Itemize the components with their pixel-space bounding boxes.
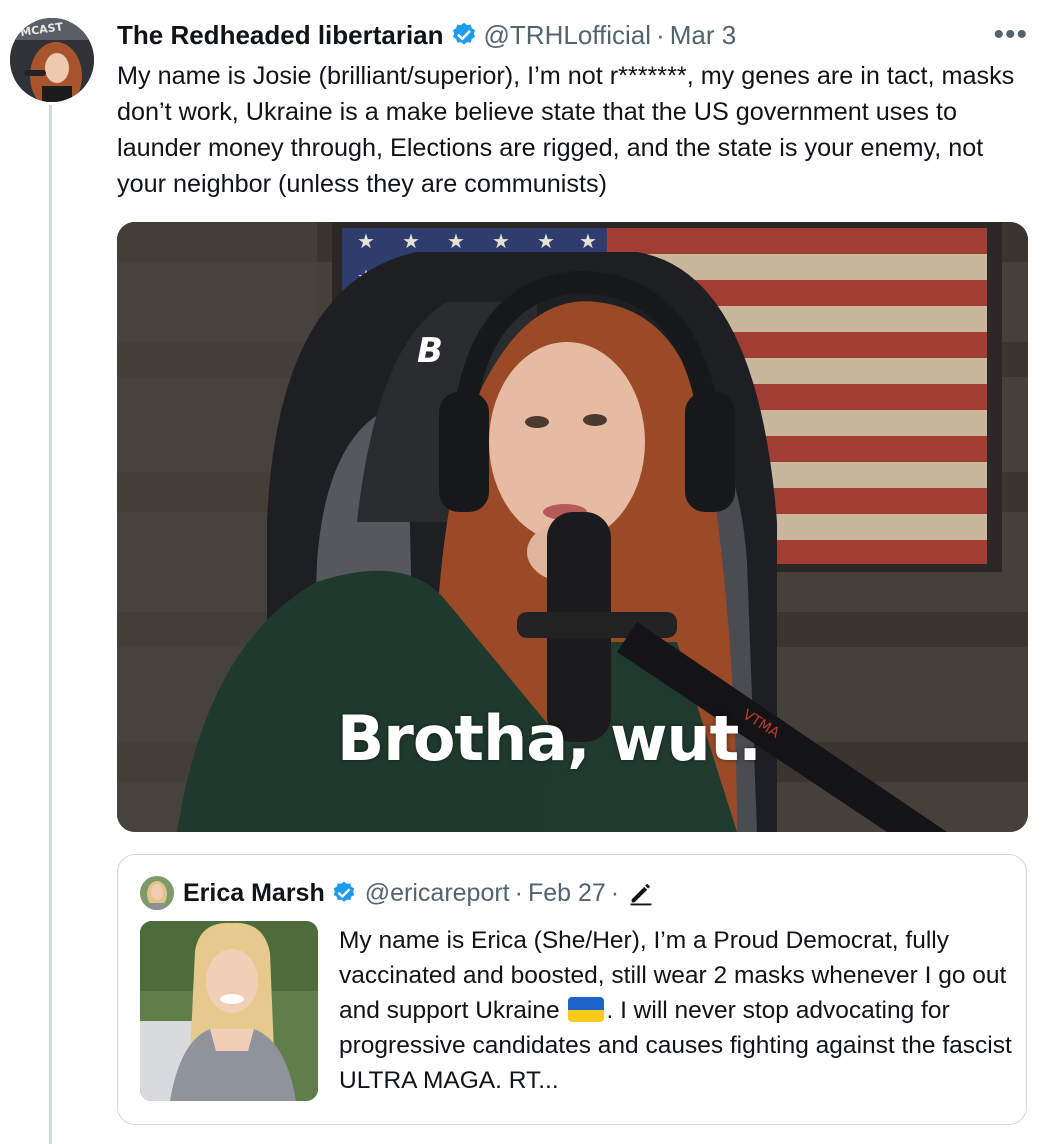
quoted-tweet-date[interactable]: Feb 27 [528, 879, 606, 908]
author-handle[interactable]: @TRHLofficial [484, 20, 652, 51]
author-display-name[interactable]: The Redheaded libertarian [117, 20, 444, 51]
thread-connector-line [49, 105, 52, 1144]
svg-text:★: ★ [402, 229, 420, 253]
quoted-tweet-header: Erica Marsh @ericareport · Feb 27 · [140, 873, 655, 913]
author-avatar[interactable]: MCAST [10, 18, 94, 102]
quoted-author-display-name[interactable]: Erica Marsh [183, 879, 325, 908]
quoted-header-separator: · [514, 878, 523, 907]
tweet-date[interactable]: Mar 3 [670, 20, 736, 51]
svg-text:★: ★ [537, 229, 555, 253]
chair-logo: B [417, 331, 443, 371]
tweet-header: The Redheaded libertarian @TRHLofficial … [117, 16, 736, 54]
quoted-author-avatar[interactable] [140, 876, 174, 910]
quoted-tweet-thumbnail[interactable] [140, 921, 318, 1101]
tweet-text: My name is Josie (brilliant/superior), I… [117, 62, 1015, 198]
quoted-tweet-card[interactable]: Erica Marsh @ericareport · Feb 27 · My n… [117, 854, 1027, 1125]
quoted-author-handle[interactable]: @ericareport [365, 879, 510, 908]
quoted-verified-badge-icon [331, 880, 357, 906]
pencil-icon[interactable] [627, 879, 655, 907]
ukraine-flag-icon [568, 997, 605, 1022]
more-options-icon[interactable]: ••• [993, 20, 1028, 50]
tweet-media-image[interactable]: ★★★★★★ ★★★ B VTMA Brotha, wut. [117, 222, 1028, 832]
svg-text:★: ★ [579, 229, 597, 253]
header-separator: · [656, 19, 665, 50]
quoted-header-separator-2: · [610, 878, 620, 907]
media-caption: Brotha, wut. [337, 702, 762, 775]
svg-text:★: ★ [447, 229, 465, 253]
svg-text:★: ★ [492, 229, 510, 253]
verified-badge-icon [450, 21, 478, 49]
svg-text:★: ★ [357, 229, 375, 253]
quoted-tweet-text: My name is Erica (She/Her), I’m a Proud … [339, 923, 1019, 1098]
